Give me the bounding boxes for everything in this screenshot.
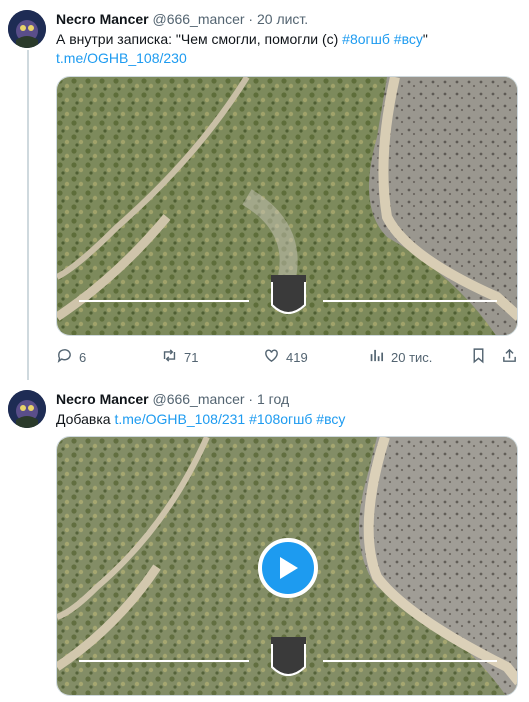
tweet-1[interactable]: Necro Mancer @666_mancer · 20 лист. А вн… (0, 0, 529, 380)
tweet-2[interactable]: Necro Mancer @666_mancer · 1 год Добавка… (0, 380, 529, 702)
bookmark-button[interactable] (470, 346, 487, 368)
tweet-text: А внутри записка: "Чем смогли, помогли (… (56, 30, 521, 68)
tweet-text: Добавка t.me/OGHB_108/231 #108огшб #всу (56, 410, 521, 429)
avatar[interactable] (8, 390, 46, 428)
hashtag-link[interactable]: #всу (316, 411, 345, 427)
bookmark-icon (470, 347, 487, 367)
tweet-header: Necro Mancer @666_mancer · 1 год (56, 390, 289, 408)
unit-patch-logo (271, 637, 306, 676)
share-icon (501, 347, 518, 367)
tweet-text-body: А внутри записка: "Чем смогли, помогли (… (56, 31, 343, 47)
separator-dot: · (248, 11, 254, 27)
tweet-video[interactable] (56, 436, 518, 696)
author-name[interactable]: Necro Mancer (56, 11, 149, 27)
share-button[interactable] (501, 346, 518, 368)
reply-icon (56, 347, 73, 367)
play-button[interactable] (258, 538, 318, 598)
hashtag-link[interactable]: #8огшб (342, 31, 390, 47)
tweet-image[interactable] (56, 76, 518, 336)
author-name[interactable]: Necro Mancer (56, 391, 149, 407)
timestamp[interactable]: 1 год (257, 391, 289, 407)
tweet-text-tail: " (422, 31, 428, 47)
tweet-text-body: Добавка (56, 411, 115, 427)
avatar[interactable] (8, 10, 46, 48)
views-count: 20 тис. (391, 349, 433, 365)
reply-count: 6 (79, 349, 87, 365)
author-handle[interactable]: @666_mancer (152, 391, 244, 407)
play-icon (280, 557, 298, 579)
like-count: 419 (286, 349, 308, 365)
unit-patch-logo (271, 275, 306, 314)
tweet-link[interactable]: t.me/OGHB_108/230 (56, 50, 187, 66)
hashtag-link[interactable]: #всу (394, 31, 423, 47)
author-handle[interactable]: @666_mancer (152, 11, 244, 27)
reply-button[interactable]: 6 (56, 346, 86, 368)
views-button[interactable]: 20 тис. (368, 346, 432, 368)
tweet-link[interactable]: t.me/OGHB_108/231 (114, 411, 245, 427)
separator-dot: · (248, 391, 254, 407)
views-icon (368, 347, 385, 367)
hashtag-link[interactable]: #108огшб (249, 411, 312, 427)
retweet-button[interactable]: 71 (161, 346, 198, 368)
tweet-actions: 6 71 419 20 тис. (52, 346, 522, 368)
like-icon (263, 347, 280, 367)
retweet-count: 71 (184, 349, 199, 365)
tweet-header: Necro Mancer @666_mancer · 20 лист. (56, 10, 308, 28)
retweet-icon (161, 347, 178, 367)
like-button[interactable]: 419 (263, 346, 308, 368)
timestamp[interactable]: 20 лист. (257, 11, 308, 27)
